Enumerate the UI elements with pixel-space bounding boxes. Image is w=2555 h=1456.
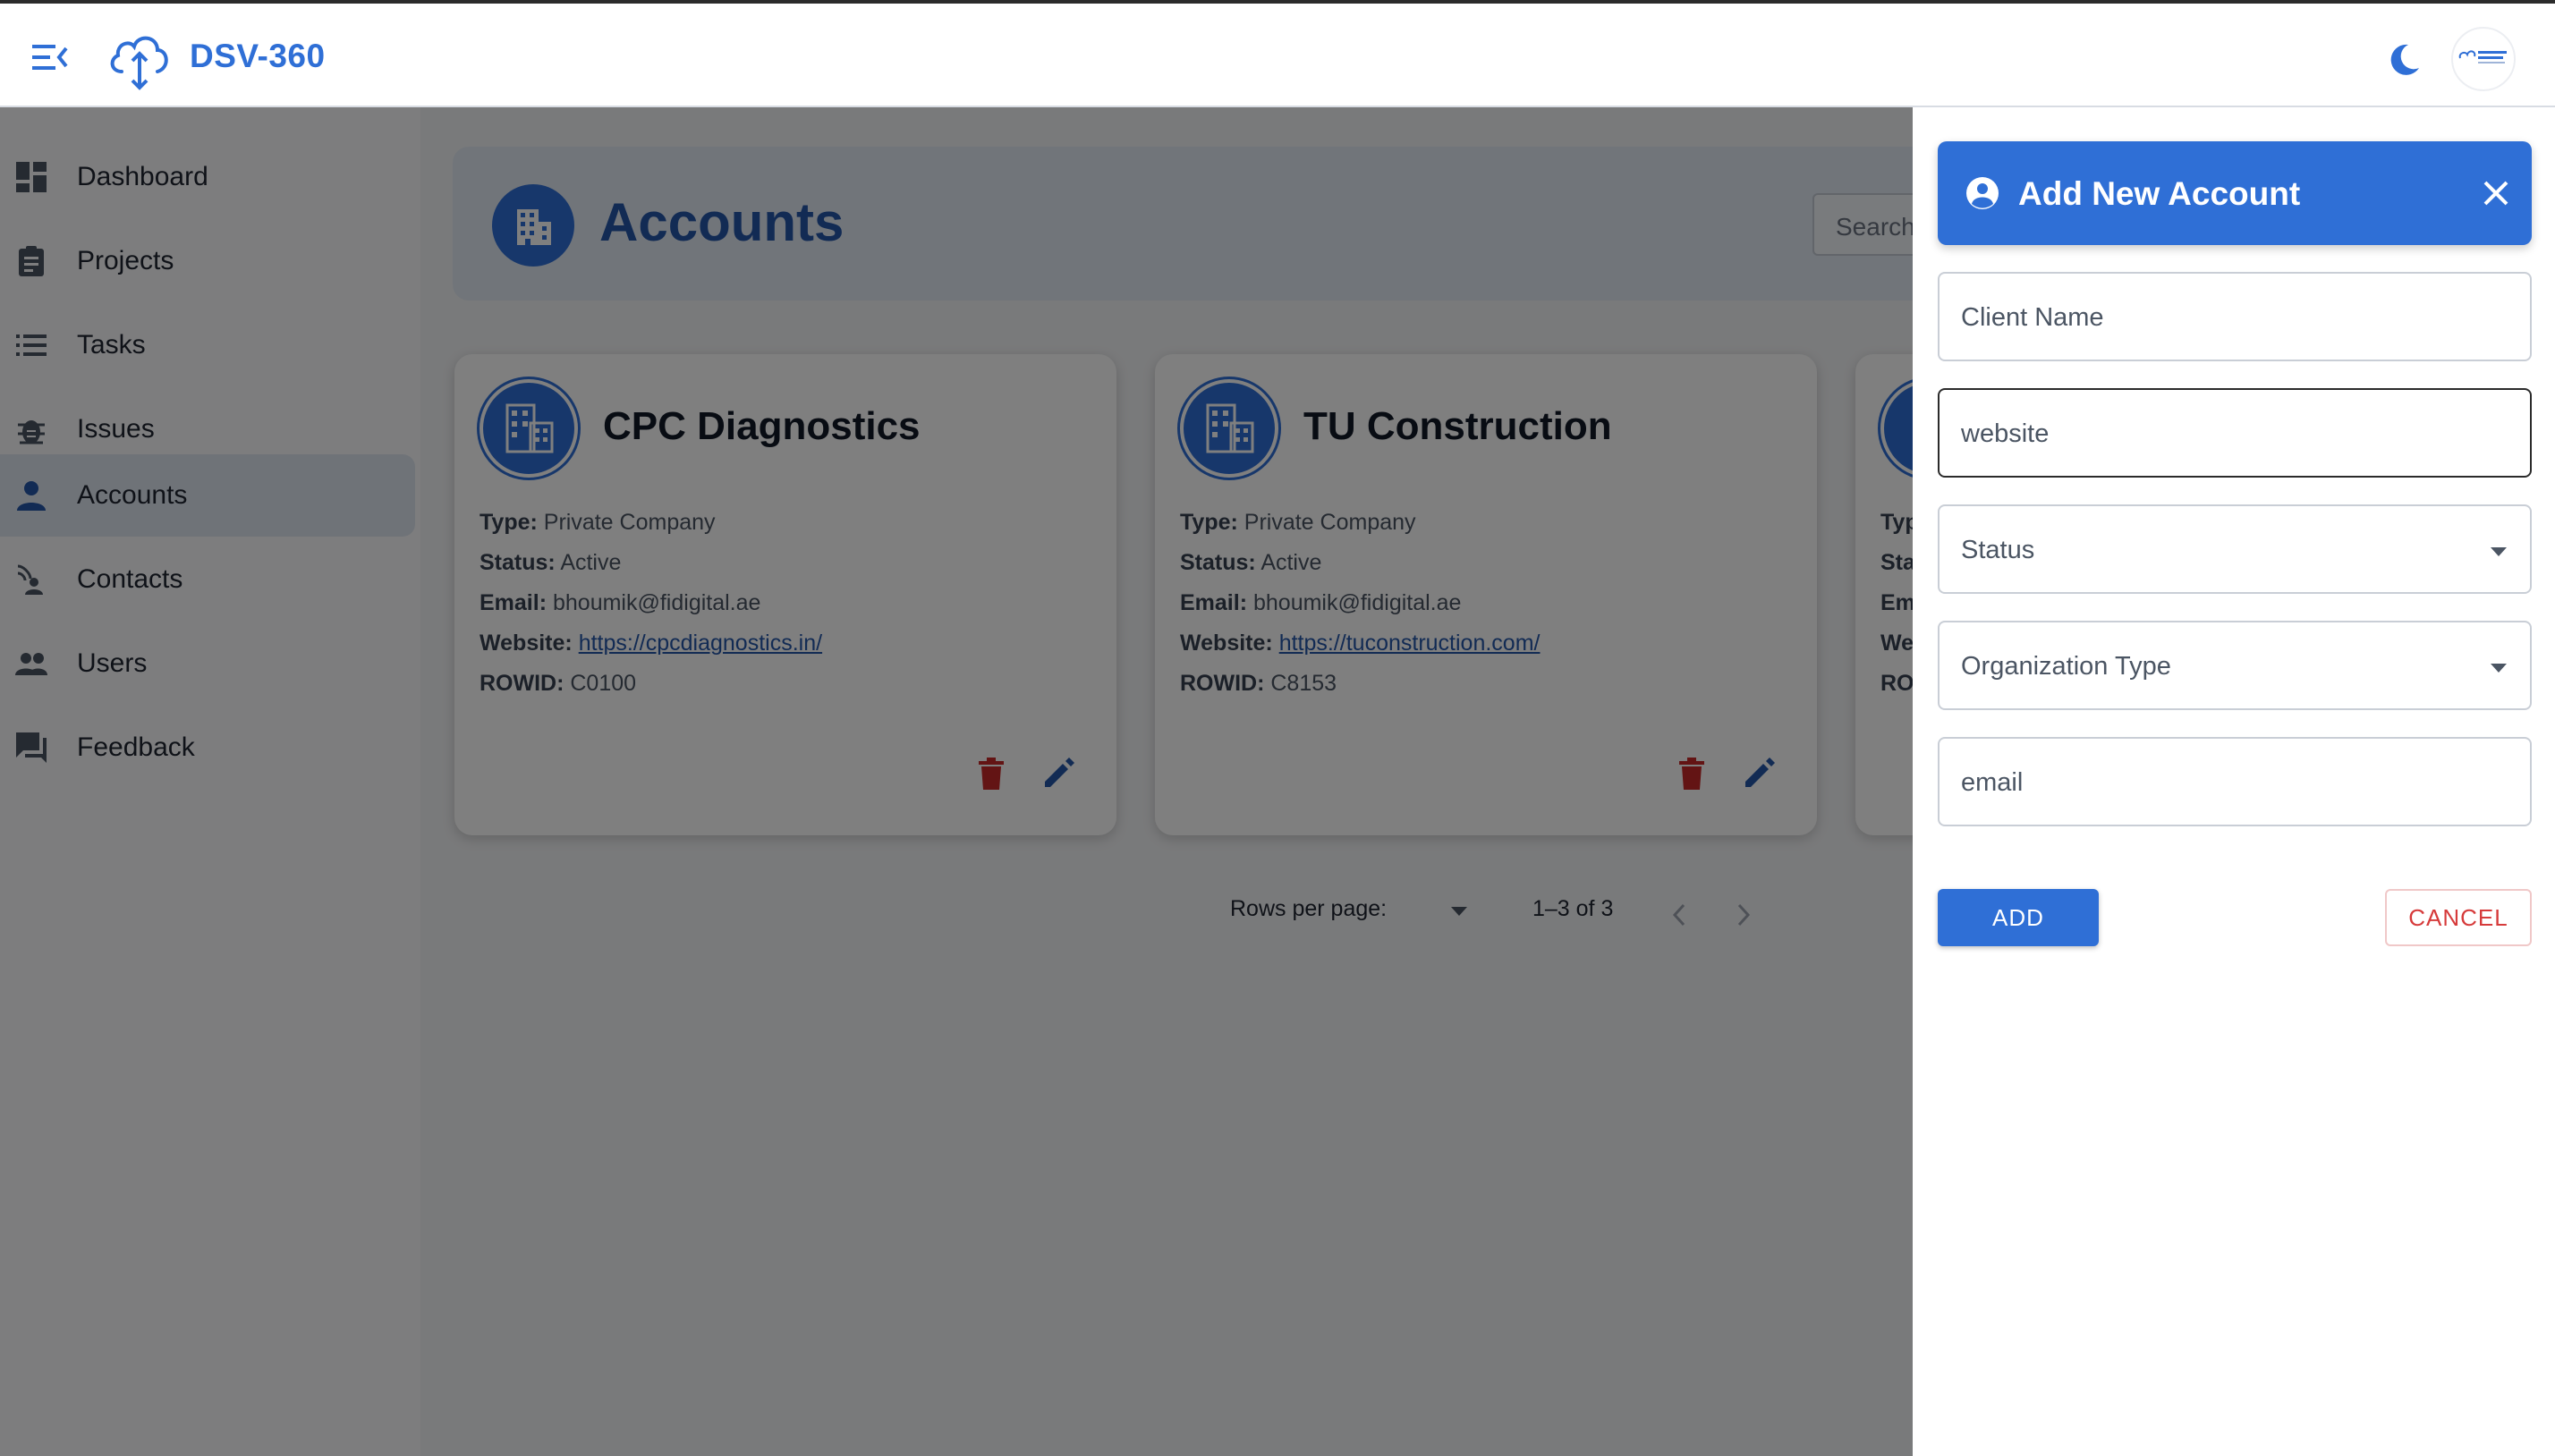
organization-type-label: Organization Type	[1961, 652, 2171, 681]
website-field[interactable]: website	[1938, 388, 2532, 478]
status-select[interactable]: Status	[1938, 504, 2532, 594]
cloud-logo-icon	[110, 36, 168, 90]
add-account-drawer: Add New Account Client Name website Stat…	[1913, 107, 2555, 1456]
app-brand: DSV-360	[190, 38, 326, 74]
organization-type-select[interactable]: Organization Type	[1938, 621, 2532, 710]
email-field[interactable]: email	[1938, 737, 2532, 826]
menu-collapse-icon[interactable]	[32, 43, 68, 72]
dropdown-arrow-icon	[2491, 664, 2507, 673]
status-select-label: Status	[1961, 536, 2035, 564]
company-logo-icon	[2458, 50, 2507, 63]
cancel-button[interactable]: CANCEL	[2385, 889, 2532, 946]
add-button[interactable]: ADD	[1938, 889, 2099, 946]
modal-backdrop[interactable]	[0, 107, 1913, 1456]
top-app-bar: DSV-360	[0, 0, 2555, 107]
drawer-header: Add New Account	[1938, 141, 2532, 245]
user-avatar[interactable]	[2451, 27, 2516, 91]
dark-mode-moon-icon[interactable]	[2387, 41, 2423, 77]
account-circle-icon	[1966, 177, 1999, 209]
close-icon[interactable]	[2480, 177, 2512, 209]
dropdown-arrow-icon	[2491, 547, 2507, 556]
drawer-title: Add New Account	[2018, 175, 2301, 212]
client-name-field[interactable]: Client Name	[1938, 272, 2532, 361]
